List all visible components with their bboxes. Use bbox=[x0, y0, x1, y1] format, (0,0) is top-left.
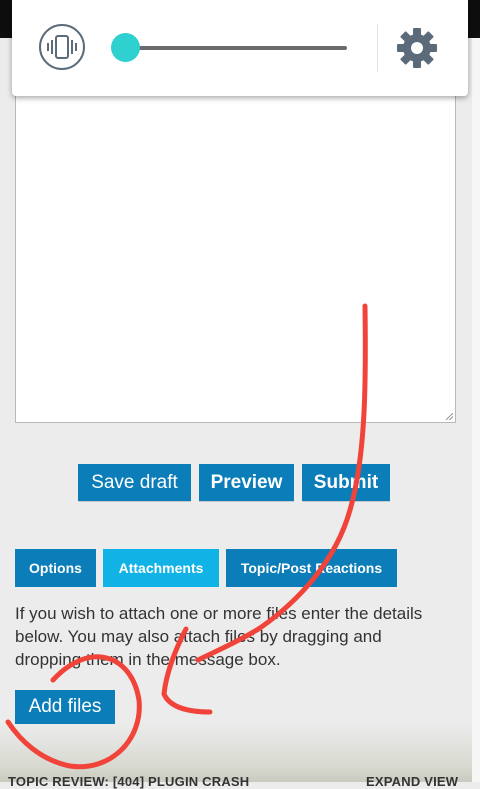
add-files-button[interactable]: Add files bbox=[15, 690, 115, 724]
resize-grip-icon[interactable] bbox=[446, 413, 453, 420]
help-line: If you wish to attach one or more files … bbox=[15, 604, 423, 623]
post-actions: Save draft Preview Submit bbox=[0, 464, 472, 502]
page-scroll-edge bbox=[472, 38, 480, 782]
vibrate-icon[interactable] bbox=[39, 24, 85, 70]
volume-slider-track[interactable] bbox=[126, 46, 347, 50]
tab-topic-post-reactions[interactable]: Topic/Post Reactions bbox=[226, 549, 397, 587]
message-textarea[interactable] bbox=[15, 80, 456, 423]
tab-options[interactable]: Options bbox=[15, 549, 96, 587]
panel-divider bbox=[377, 24, 378, 72]
volume-slider-thumb[interactable] bbox=[111, 33, 140, 62]
help-line: below. You may also attach files by drag… bbox=[15, 627, 382, 646]
save-draft-button[interactable]: Save draft bbox=[78, 464, 191, 501]
help-line: dropping them in the message box. bbox=[15, 650, 281, 669]
tab-attachments[interactable]: Attachments bbox=[103, 549, 219, 587]
attachments-help-text: If you wish to attach one or more files … bbox=[15, 602, 455, 671]
submit-button[interactable]: Submit bbox=[302, 464, 390, 501]
gear-icon[interactable] bbox=[395, 26, 439, 70]
volume-panel bbox=[12, 0, 468, 96]
preview-button[interactable]: Preview bbox=[199, 464, 294, 501]
